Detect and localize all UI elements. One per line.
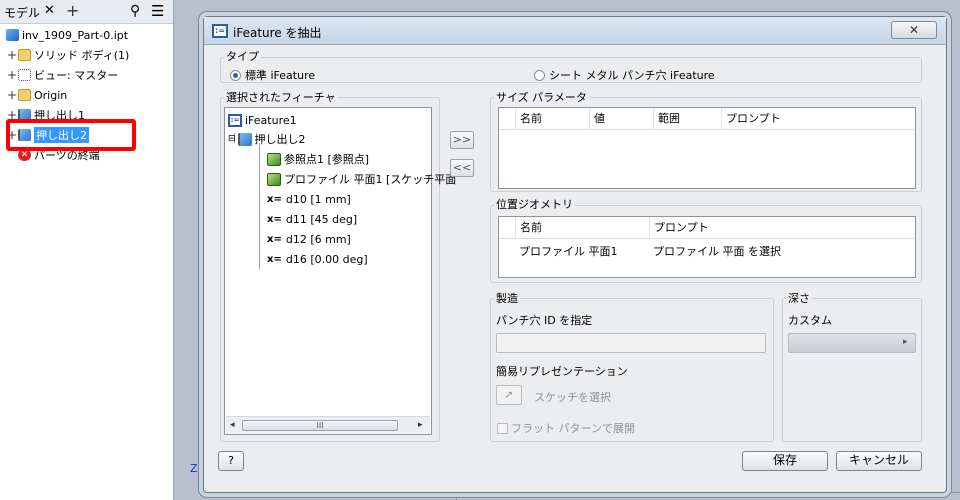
browser-item-label: ビュー: マスター	[34, 69, 119, 82]
select-sketch-button[interactable]: ➚	[496, 385, 522, 405]
parameter-icon: x=	[267, 193, 282, 205]
view-icon	[18, 69, 31, 81]
parameter-icon: x=	[267, 233, 282, 245]
selection-highlight-box	[6, 119, 136, 151]
browser-tab-bar: モデル ✕ + ⚲ ☰	[0, 0, 173, 24]
column-header-name[interactable]: 名前	[515, 217, 649, 239]
axis-indicator: Z◂	[190, 462, 204, 475]
tree-item-profile-plane[interactable]: プロファイル 平面1 [スケッチ平面	[267, 171, 456, 187]
move-left-button[interactable]: <<	[450, 159, 474, 177]
expand-icon[interactable]: +	[6, 48, 18, 62]
position-geometry-table[interactable]: 名前 プロンプト プロファイル 平面1 プロファイル 平面 を選択	[498, 216, 916, 278]
checkbox-icon	[497, 423, 508, 434]
tree-item-extrusion2[interactable]: ⊟ 押し出し2	[228, 131, 306, 147]
browser-item-label: inv_1909_Part-0.ipt	[22, 28, 129, 42]
reference-geometry-icon	[267, 152, 281, 166]
position-geometry-label: 位置ジオメトリ	[494, 196, 575, 212]
punch-id-label: パンチ穴 ID を指定	[496, 314, 593, 327]
browser-item-label: Origin	[34, 88, 68, 102]
horizontal-scrollbar[interactable]: ◂ III ▸	[226, 416, 430, 433]
tree-param-d10[interactable]: x= d10 [1 mm]	[267, 191, 351, 207]
tree-item-workpoint[interactable]: 参照点1 [参照点]	[267, 151, 369, 167]
radio-icon	[534, 70, 545, 81]
simple-representation-label: 簡易リプレゼンテーション	[496, 365, 628, 378]
chevron-right-icon: ▸	[903, 337, 908, 347]
add-tab-icon[interactable]: +	[66, 1, 79, 20]
scroll-left-icon[interactable]: ◂	[230, 420, 235, 430]
punch-id-input[interactable]	[496, 333, 766, 353]
selected-features-label: 選択されたフィーチャ	[224, 89, 338, 105]
tree-param-d12[interactable]: x= d12 [6 mm]	[267, 231, 351, 247]
move-right-button[interactable]: >>	[450, 131, 474, 149]
type-group-label: タイプ	[224, 48, 261, 64]
depth-dropdown[interactable]: ▸	[788, 333, 916, 353]
search-icon[interactable]: ⚲	[130, 3, 140, 19]
expand-icon[interactable]: +	[6, 68, 18, 82]
scroll-thumb[interactable]: III	[242, 420, 398, 431]
expand-icon[interactable]: +	[6, 88, 18, 102]
dialog-title-bar[interactable]: := iFeature を抽出 ✕	[204, 17, 946, 45]
radio-icon	[230, 70, 241, 81]
column-header-prompt[interactable]: プロンプト	[649, 217, 897, 239]
browser-item-view[interactable]: + ビュー: マスター	[6, 66, 118, 84]
menu-icon[interactable]: ☰	[151, 2, 164, 20]
tree-param-d16[interactable]: x= d16 [0.00 deg]	[267, 251, 368, 267]
radio-standard-ifeature[interactable]: 標準 iFeature	[230, 67, 315, 83]
tree-param-d11[interactable]: x= d11 [45 deg]	[267, 211, 357, 227]
browser-item-solid-bodies[interactable]: + ソリッド ボディ(1)	[6, 46, 129, 64]
browser-item-label: ソリッド ボディ(1)	[34, 49, 130, 62]
parameter-icon: x=	[267, 213, 282, 225]
column-header-prompt[interactable]: プロンプト	[721, 108, 897, 130]
ifeature-icon: :=	[212, 24, 228, 38]
folder-icon	[18, 49, 31, 61]
folder-icon	[18, 89, 31, 101]
flat-pattern-checkbox[interactable]: フラット パターンで展開	[497, 420, 635, 436]
dialog-title: iFeature を抽出	[233, 26, 322, 40]
viewport-divider	[456, 492, 457, 500]
tree-root-ifeature[interactable]: := iFeature1	[228, 112, 297, 128]
reference-geometry-icon	[267, 172, 281, 186]
manufacture-label: 製造	[494, 290, 520, 306]
radio-sheetmetal-ifeature[interactable]: シート メタル パンチ穴 iFeature	[534, 67, 715, 83]
size-parameters-label: サイズ パラメータ	[494, 89, 589, 105]
select-sketch-label: スケッチを選択	[534, 391, 611, 404]
column-header-range[interactable]: 範囲	[653, 108, 721, 130]
scroll-right-icon[interactable]: ▸	[418, 420, 423, 430]
extrusion-icon	[237, 132, 252, 146]
selected-features-tree[interactable]: := iFeature1 ⊟ 押し出し2 参照点1 [参照点] プロファイル 平…	[224, 107, 456, 435]
column-header-value[interactable]: 値	[589, 108, 653, 130]
parameter-icon: x=	[267, 253, 282, 265]
row-name-cell: プロファイル 平面1	[519, 245, 618, 258]
browser-item-part[interactable]: inv_1909_Part-0.ipt	[6, 26, 128, 44]
model-browser-panel: モデル ✕ + ⚲ ☰ inv_1909_Part-0.ipt + ソリッド ボ…	[0, 0, 174, 500]
browser-item-origin[interactable]: + Origin	[6, 86, 67, 104]
depth-type-label: カスタム	[788, 314, 832, 327]
tab-model[interactable]: モデル	[4, 4, 40, 21]
part-icon	[6, 29, 19, 41]
column-header-name[interactable]: 名前	[515, 108, 589, 130]
help-icon: ?	[228, 454, 234, 467]
save-button[interactable]: 保存	[742, 451, 828, 471]
cancel-button[interactable]: キャンセル	[836, 451, 922, 471]
row-prompt-cell: プロファイル 平面 を選択	[653, 245, 781, 258]
cursor-arrow-icon: ➚	[504, 388, 514, 401]
depth-label: 深さ	[786, 290, 812, 306]
collapse-icon[interactable]: ⊟	[228, 134, 236, 144]
dialog-close-button[interactable]: ✕	[891, 21, 937, 39]
extract-ifeature-dialog: := iFeature を抽出 ✕ タイプ 標準 iFeature シート メタ…	[203, 16, 947, 493]
ifeature-icon: :=	[228, 113, 242, 127]
help-button[interactable]: ?	[218, 451, 244, 471]
close-icon[interactable]: ✕	[44, 3, 55, 18]
size-parameters-table[interactable]: 名前 値 範囲 プロンプト	[498, 107, 916, 189]
